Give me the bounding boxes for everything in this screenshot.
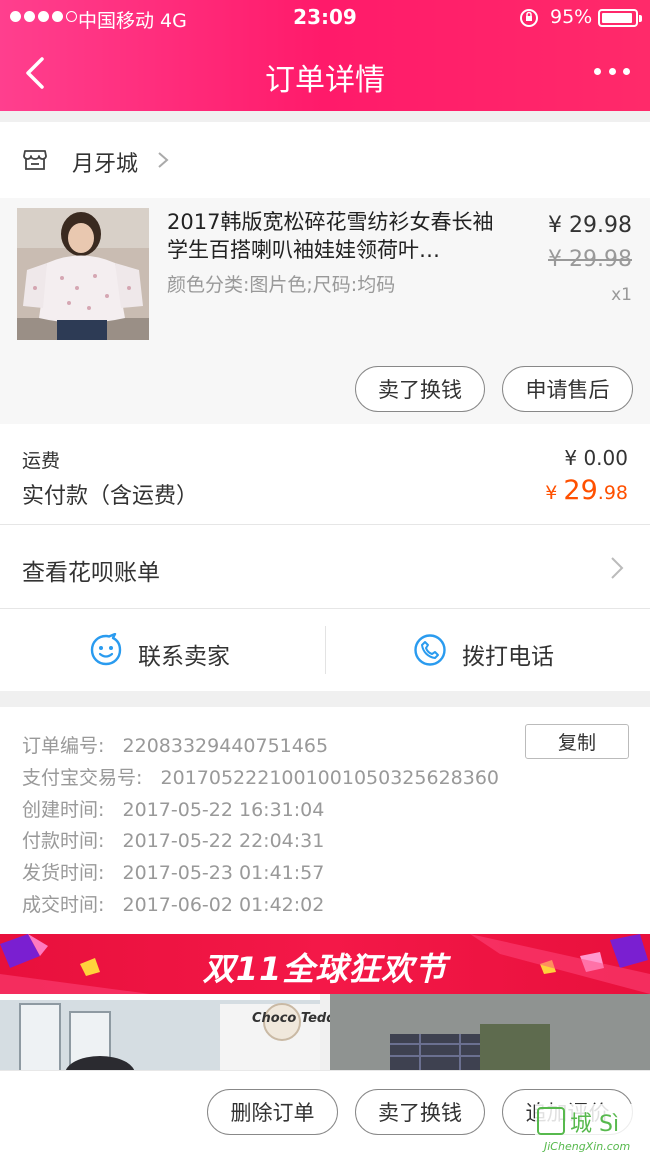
info-label: 订单编号: bbox=[22, 735, 105, 757]
sell-for-cash-button[interactable]: 卖了换钱 bbox=[355, 366, 485, 412]
watermark-text: 城 Sì bbox=[570, 1112, 620, 1137]
contact-seller-label[interactable]: 联系卖家 bbox=[138, 637, 230, 671]
chevron-right-icon bbox=[158, 152, 169, 168]
paid-amount: ¥ 29.98 bbox=[545, 475, 628, 506]
store-icon bbox=[23, 150, 47, 170]
delete-order-button[interactable]: 删除订单 bbox=[207, 1089, 338, 1135]
alipay-trade-number: 支付宝交易号: 2017052221001001050325628360 bbox=[22, 763, 499, 790]
watermark-url: JiChengXin.com bbox=[544, 1140, 631, 1153]
apply-after-sales-button[interactable]: 申请售后 bbox=[502, 366, 633, 412]
huabei-bill-label[interactable]: 查看花呗账单 bbox=[22, 553, 160, 587]
product-spec: 颜色分类:图片色;尺码:均码 bbox=[167, 274, 396, 296]
product-image[interactable] bbox=[17, 208, 149, 340]
watermark-logo-icon bbox=[537, 1107, 565, 1135]
info-value: 22083329440751465 bbox=[122, 735, 329, 757]
more-dots-icon[interactable] bbox=[594, 68, 630, 78]
call-phone-label[interactable]: 拨打电话 bbox=[462, 637, 554, 671]
sell-for-cash-button[interactable]: 卖了换钱 bbox=[355, 1089, 485, 1135]
battery-percent: 95% bbox=[550, 6, 593, 28]
recommended-product-image[interactable] bbox=[330, 994, 650, 1074]
info-value: 2017052221001001050325628360 bbox=[160, 767, 500, 789]
paid-integer: 29 bbox=[563, 475, 598, 506]
recommended-product-image[interactable] bbox=[0, 994, 320, 1074]
item-original-price: ¥ 29.98 bbox=[548, 247, 632, 272]
chevron-right-icon bbox=[611, 557, 624, 579]
paid-time: 付款时间: 2017-05-22 22:04:31 bbox=[22, 826, 324, 853]
chat-bubble-icon[interactable] bbox=[89, 633, 123, 667]
rotation-lock-icon bbox=[520, 9, 538, 27]
item-quantity: x1 bbox=[611, 285, 632, 305]
page-title: 订单详情 bbox=[265, 63, 385, 98]
battery-fill bbox=[602, 13, 633, 23]
item-price: ¥ 29.98 bbox=[548, 213, 632, 238]
info-label: 发货时间: bbox=[22, 862, 105, 884]
shipped-time: 发货时间: 2017-05-23 01:41:57 bbox=[22, 858, 324, 885]
order-number: 订单编号: 22083329440751465 bbox=[22, 731, 328, 758]
info-value: 2017-06-02 01:42:02 bbox=[122, 894, 325, 916]
shipping-value: ¥ 0.00 bbox=[564, 446, 628, 470]
copy-button[interactable]: 复制 bbox=[525, 724, 629, 759]
info-label: 付款时间: bbox=[22, 830, 105, 852]
app-header: 中国移动 4G 23:09 95% 订单详情 bbox=[0, 0, 650, 111]
promo-banner[interactable]: 双11全球狂欢节 bbox=[0, 934, 650, 994]
paid-label: 实付款（含运费） bbox=[22, 484, 199, 509]
info-label: 创建时间: bbox=[22, 799, 105, 821]
shop-name[interactable]: 月牙城 bbox=[72, 146, 138, 178]
status-bar: 中国移动 4G 23:09 95% bbox=[0, 0, 650, 36]
completed-time: 成交时间: 2017-06-02 01:42:02 bbox=[22, 890, 324, 917]
banner-title: 双11全球狂欢节 bbox=[202, 950, 448, 988]
info-label: 成交时间: bbox=[22, 894, 105, 916]
battery-icon bbox=[598, 9, 642, 27]
product-title[interactable]: 2017韩版宽松碎花雪纺衫女春长袖学生百搭喇叭袖娃娃领荷叶… bbox=[167, 208, 507, 264]
divider bbox=[325, 626, 326, 674]
shipping-label: 运费 bbox=[22, 450, 61, 472]
paid-decimal: .98 bbox=[597, 482, 628, 504]
info-label: 支付宝交易号: bbox=[22, 767, 143, 789]
info-value: 2017-05-22 16:31:04 bbox=[122, 799, 325, 821]
info-value: 2017-05-22 22:04:31 bbox=[122, 830, 325, 852]
phone-icon[interactable] bbox=[413, 633, 447, 667]
paid-currency: ¥ bbox=[545, 482, 564, 504]
info-value: 2017-05-23 01:41:57 bbox=[122, 862, 325, 884]
created-time: 创建时间: 2017-05-22 16:31:04 bbox=[22, 795, 324, 822]
